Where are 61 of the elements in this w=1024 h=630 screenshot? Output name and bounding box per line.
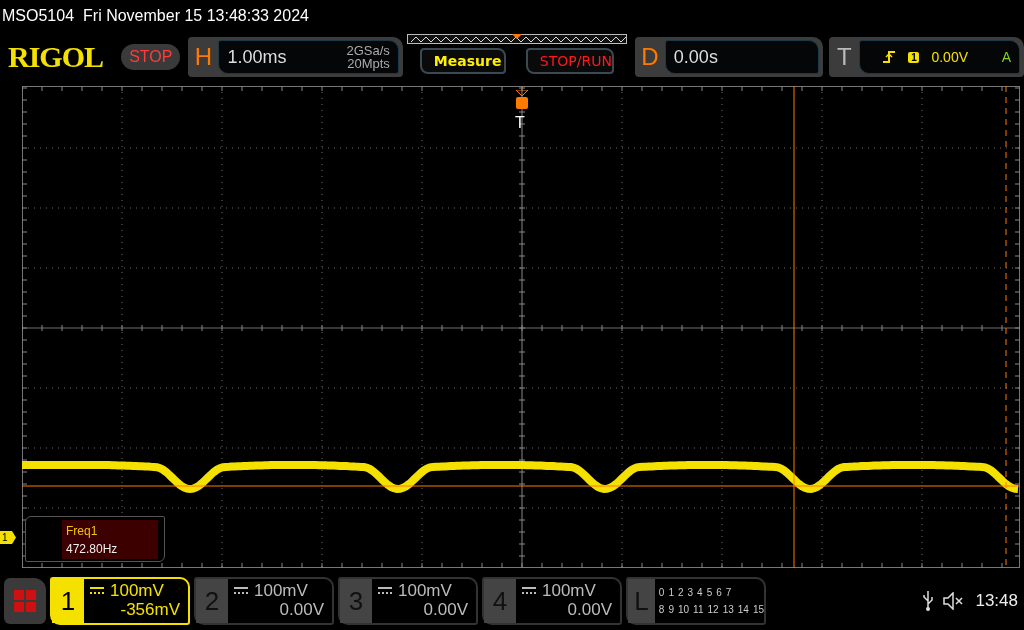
- bit-label: 0: [658, 587, 665, 598]
- channel-scale: 100mV: [398, 581, 452, 600]
- channel-scale: 100mV: [542, 581, 596, 600]
- panel-label: H: [193, 43, 214, 71]
- bit-label: 4: [697, 587, 703, 598]
- bit-label: 14: [737, 604, 749, 615]
- trigger-mode: A: [1001, 49, 1011, 65]
- clock-time: 13:48: [975, 591, 1018, 611]
- bit-label: 5: [706, 587, 713, 598]
- brand-logo: RIGOL: [8, 40, 105, 74]
- dc-coupling-icon: [378, 586, 392, 595]
- delay-value: 0.00s: [673, 46, 718, 68]
- cursor-line[interactable]: [793, 86, 795, 568]
- bit-label: 10: [678, 604, 690, 615]
- trigger-position-icon: [515, 90, 529, 110]
- measurement-value: 472.80Hz: [66, 542, 119, 556]
- stop-run-button[interactable]: STOP/RUN: [525, 48, 614, 74]
- channel-marker[interactable]: 1: [0, 531, 16, 544]
- date-time: Fri November 15 13:48:33 2024: [83, 6, 309, 26]
- channel-offset: 0.00V: [566, 600, 612, 619]
- delay-panel[interactable]: D 0.00s: [634, 37, 824, 77]
- sample-rate: 2GSa/s: [346, 44, 390, 57]
- trigger-panel[interactable]: T 1 0.00V A: [829, 37, 1024, 77]
- channel-offset: 0.00V: [422, 600, 468, 619]
- rising-edge-icon: [882, 51, 897, 63]
- trigger-source-badge: 1: [908, 51, 920, 63]
- memory-depth: 20Mpts: [346, 57, 390, 70]
- bit-label: 11: [693, 604, 704, 615]
- dc-coupling-icon: [234, 586, 248, 595]
- panel-label: D: [640, 43, 660, 71]
- channel-offset: -356mV: [119, 600, 180, 619]
- bit-label: 9: [668, 604, 674, 615]
- measure-button[interactable]: Measure: [419, 48, 506, 74]
- bit-label: 12: [707, 604, 719, 615]
- channel-scale: 100mV: [254, 581, 308, 600]
- channel-button[interactable]: 1 100mV -356mV: [50, 577, 190, 625]
- trigger-marker: T: [515, 114, 525, 131]
- bit-label: 2: [678, 587, 684, 598]
- dc-coupling-icon: [90, 586, 104, 595]
- timebase-value: 1.00ms: [227, 46, 287, 68]
- cursor-line[interactable]: [1005, 86, 1007, 568]
- model-name: MSO5104: [2, 6, 75, 26]
- channel-scale: 100mV: [110, 581, 164, 600]
- bit-label: 7: [725, 587, 732, 598]
- panel-label: T: [836, 43, 853, 71]
- channel-number: 1: [52, 579, 84, 623]
- bit-label: 6: [716, 587, 722, 598]
- dc-coupling-icon: [522, 586, 536, 595]
- bit-label: 15: [752, 604, 764, 615]
- bit-label: 8: [658, 604, 665, 615]
- channel-offset: 0.00V: [278, 600, 324, 619]
- menu-icon: [14, 590, 36, 612]
- usb-icon: [923, 591, 934, 611]
- measurement-name: Freq1: [66, 524, 99, 538]
- bit-label: 13: [722, 604, 734, 615]
- bit-label: 3: [687, 587, 694, 598]
- menu-button[interactable]: [4, 578, 46, 624]
- horizontal-panel[interactable]: H 1.00ms 2GSa/s 20Mpts: [188, 37, 403, 77]
- trigger-level: 0.00V: [931, 49, 969, 65]
- muted-speaker-icon: [943, 592, 966, 610]
- bit-label: 1: [668, 587, 674, 598]
